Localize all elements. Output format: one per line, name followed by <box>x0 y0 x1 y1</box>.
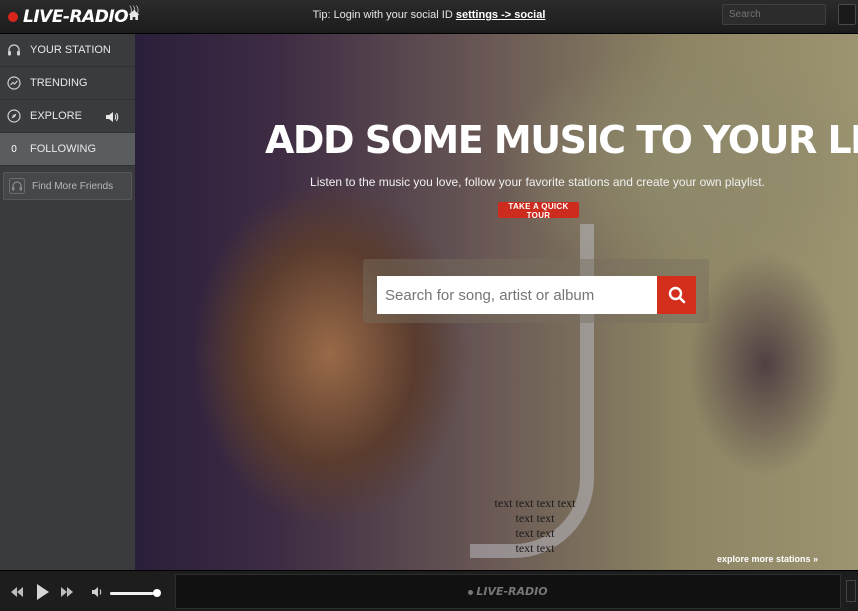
sidebar-item-explore[interactable]: EXPLORE <box>0 100 135 133</box>
trending-icon <box>7 76 21 90</box>
player-logo-text: LIVE-RADIO <box>476 585 548 598</box>
search-button[interactable] <box>657 276 696 314</box>
explore-more-stations-link[interactable]: explore more stations » <box>717 554 818 564</box>
player-bar: LIVE-RADIO <box>0 570 858 611</box>
following-count: 0 <box>11 143 17 155</box>
volume-slider-handle[interactable] <box>153 589 161 597</box>
logo-dot-icon <box>8 12 18 22</box>
sidebar-item-label: TRENDING <box>30 77 88 89</box>
app-logo-text: LIVE-RADIO <box>23 7 129 27</box>
find-more-friends-button[interactable]: Find More Friends <box>3 172 132 200</box>
find-friends-label: Find More Friends <box>32 180 114 192</box>
hero-subtitle: Listen to the music you love, follow you… <box>310 175 765 189</box>
hero-banner: ADD SOME MUSIC TO YOUR LIFE Listen to th… <box>135 34 858 570</box>
sidebar-item-your-station[interactable]: YOUR STATION <box>0 34 135 67</box>
sidebar: YOUR STATION TRENDING EXPLORE 0 FOLLOWIN… <box>0 34 135 570</box>
top-search-input[interactable] <box>722 4 826 25</box>
play-button[interactable] <box>36 583 50 601</box>
sidebar-item-label: FOLLOWING <box>30 143 97 155</box>
headphones-icon <box>8 44 20 56</box>
placeholder-line: text text <box>515 541 555 555</box>
previous-button[interactable] <box>10 586 24 598</box>
placeholder-line: text text <box>515 511 555 525</box>
placeholder-line: text text text text <box>494 496 576 510</box>
rewind-icon <box>11 587 23 597</box>
tip-text: Tip: Login with your social ID <box>312 9 453 21</box>
top-bar: LIVE-RADIO ))) Tip: Login with your soci… <box>0 0 858 34</box>
search-icon <box>668 286 685 304</box>
sidebar-item-trending[interactable]: TRENDING <box>0 67 135 100</box>
play-icon <box>37 584 49 600</box>
sidebar-item-label: YOUR STATION <box>30 44 111 56</box>
volume-slider[interactable] <box>110 592 158 595</box>
app-logo[interactable]: LIVE-RADIO ))) <box>8 5 139 28</box>
player-logo: LIVE-RADIO <box>176 585 840 598</box>
placeholder-text: text text text text text text text text … <box>490 496 580 556</box>
logo-dot-icon <box>468 589 474 595</box>
top-right-button[interactable] <box>838 4 856 25</box>
sidebar-item-following[interactable]: 0 FOLLOWING <box>0 133 135 166</box>
settings-social-link[interactable]: settings -> social <box>456 9 546 21</box>
speaker-icon[interactable] <box>105 110 119 124</box>
quick-tour-button[interactable]: TAKE A QUICK TOUR <box>498 202 579 220</box>
home-icon[interactable] <box>127 8 141 22</box>
sidebar-item-label: EXPLORE <box>30 110 82 122</box>
now-playing-panel: LIVE-RADIO <box>175 574 841 609</box>
fast-forward-icon <box>61 587 73 597</box>
headphones-icon <box>9 178 25 194</box>
player-side-button[interactable] <box>846 580 856 602</box>
hero-title: ADD SOME MUSIC TO YOUR LIFE <box>265 118 858 162</box>
volume-slider-fill <box>110 592 154 595</box>
next-button[interactable] <box>60 586 74 598</box>
main-search-input[interactable] <box>377 276 658 314</box>
compass-icon <box>7 109 21 123</box>
volume-icon[interactable] <box>91 586 104 598</box>
placeholder-line: text text <box>515 526 555 540</box>
